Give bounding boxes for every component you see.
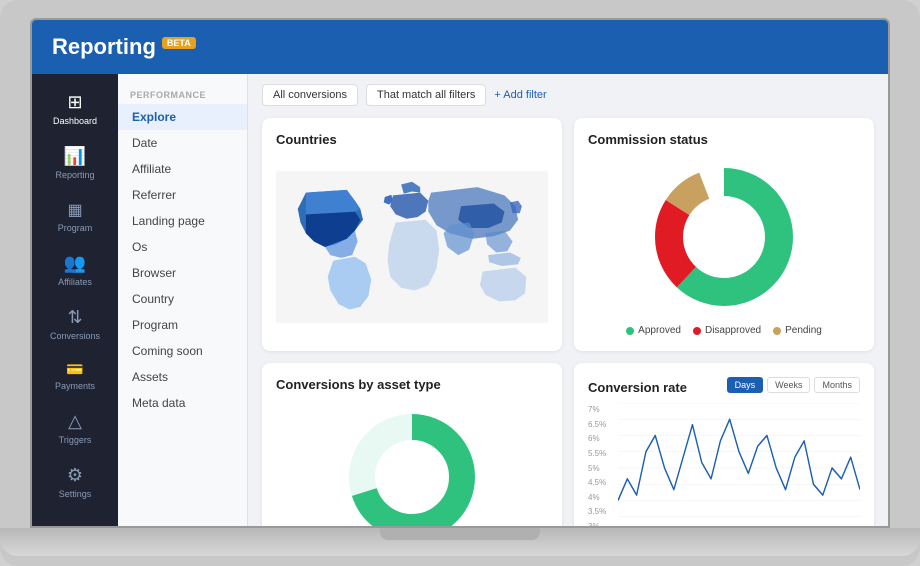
beta-badge: Beta [162, 37, 196, 49]
pending-label: Pending [785, 325, 822, 336]
sidebar-item-program[interactable]: ▦ Program [32, 192, 118, 241]
y-label-55: 5.5% [588, 449, 614, 458]
program-icon: ▦ [67, 200, 82, 220]
y-label-45: 4.5% [588, 478, 614, 487]
legend-pending: Pending [773, 325, 822, 336]
chart-time-controls: Days Weeks Months [727, 377, 860, 393]
sidebar-item-reporting[interactable]: 📊 Reporting [32, 138, 118, 188]
left-nav-item-assets[interactable]: Assets [118, 364, 247, 390]
left-nav: Performance Explore Date Affiliate Refer… [118, 74, 248, 526]
y-label-65: 6.5% [588, 420, 614, 429]
settings-icon: ⚙ [67, 465, 83, 486]
sidebar-item-settings[interactable]: ⚙ Settings [32, 457, 118, 507]
asset-type-card: Conversions by asset type [262, 363, 562, 526]
sidebar-item-affiliates[interactable]: 👥 Affiliates [32, 245, 118, 295]
pending-dot [773, 327, 781, 335]
left-nav-item-program[interactable]: Program [118, 312, 247, 338]
line-chart-svg [618, 403, 860, 526]
y-label-35: 3.5% [588, 507, 614, 516]
sidebar: ⊞ Dashboard 📊 Reporting ▦ Program 👥 Affi… [32, 74, 118, 526]
disapproved-dot [693, 327, 701, 335]
filter-chip-all-conversions[interactable]: All conversions [262, 84, 358, 106]
y-label-4: 4% [588, 493, 614, 502]
left-nav-item-browser[interactable]: Browser [118, 260, 247, 286]
left-nav-item-country[interactable]: Country [118, 286, 247, 312]
dashboard-icon: ⊞ [67, 92, 82, 113]
commission-donut-chart [644, 157, 804, 317]
sidebar-item-triggers[interactable]: △ Triggers [32, 403, 118, 453]
page-title: Reporting [52, 34, 156, 60]
sidebar-label-conversions: Conversions [50, 331, 100, 341]
triggers-icon: △ [68, 411, 82, 432]
disapproved-label: Disapproved [705, 325, 761, 336]
sidebar-item-conversions[interactable]: ⇅ Conversions [32, 299, 118, 349]
main-content: All conversions That match all filters +… [248, 74, 888, 526]
cards-grid: Countries [262, 118, 874, 526]
filter-chip-match[interactable]: That match all filters [366, 84, 486, 106]
top-bar: Reporting Beta [32, 20, 888, 74]
world-map [276, 157, 548, 337]
sidebar-item-dashboard[interactable]: ⊞ Dashboard [32, 84, 118, 134]
sidebar-label-program: Program [58, 223, 93, 233]
line-chart-wrapper: 7% 6.5% 6% 5.5% 5% 4.5% 4% 3.5% 3% [588, 403, 860, 526]
chart-months-button[interactable]: Months [814, 377, 860, 393]
sidebar-label-affiliates: Affiliates [58, 277, 92, 287]
commission-legend: Approved Disapproved Pending [626, 325, 822, 336]
left-nav-section: Performance [118, 84, 247, 104]
approved-label: Approved [638, 325, 681, 336]
asset-donut-container [276, 402, 548, 526]
countries-card: Countries [262, 118, 562, 351]
affiliates-icon: 👥 [64, 253, 86, 274]
sidebar-label-reporting: Reporting [55, 170, 94, 180]
sidebar-label-payments: Payments [55, 381, 95, 391]
conversion-rate-title: Conversion rate [588, 380, 687, 395]
sidebar-label-settings: Settings [59, 489, 92, 499]
add-filter-button[interactable]: + Add filter [494, 89, 546, 101]
asset-type-title: Conversions by asset type [276, 377, 548, 392]
sidebar-label-triggers: Triggers [59, 435, 92, 445]
commission-donut-container: Approved Disapproved Pending [588, 157, 860, 336]
left-nav-item-meta-data[interactable]: Meta data [118, 390, 247, 416]
y-label-5: 5% [588, 464, 614, 473]
left-nav-item-affiliate[interactable]: Affiliate [118, 156, 247, 182]
reporting-icon: 📊 [64, 146, 86, 167]
chart-days-button[interactable]: Days [727, 377, 764, 393]
sidebar-label-dashboard: Dashboard [53, 116, 97, 126]
filter-bar: All conversions That match all filters +… [262, 84, 874, 106]
sidebar-item-payments[interactable]: 💳 Payments [32, 353, 118, 399]
left-nav-item-os[interactable]: Os [118, 234, 247, 260]
commission-title: Commission status [588, 132, 860, 147]
legend-approved: Approved [626, 325, 681, 336]
left-nav-item-coming-soon[interactable]: Coming soon [118, 338, 247, 364]
countries-title: Countries [276, 132, 548, 147]
left-nav-item-date[interactable]: Date [118, 130, 247, 156]
y-axis: 7% 6.5% 6% 5.5% 5% 4.5% 4% 3.5% 3% [588, 403, 618, 526]
left-nav-item-explore[interactable]: Explore [118, 104, 247, 130]
conversions-icon: ⇅ [67, 307, 82, 328]
legend-disapproved: Disapproved [693, 325, 761, 336]
left-nav-item-landing-page[interactable]: Landing page [118, 208, 247, 234]
y-label-6: 6% [588, 434, 614, 443]
commission-status-card: Commission status [574, 118, 874, 351]
chart-weeks-button[interactable]: Weeks [767, 377, 810, 393]
y-label-3: 3% [588, 522, 614, 526]
left-nav-item-referrer[interactable]: Referrer [118, 182, 247, 208]
asset-donut-chart [332, 402, 492, 526]
y-label-7: 7% [588, 405, 614, 414]
approved-dot [626, 327, 634, 335]
conversion-rate-card: Conversion rate Days Weeks Months [574, 363, 874, 526]
payments-icon: 💳 [66, 361, 83, 378]
